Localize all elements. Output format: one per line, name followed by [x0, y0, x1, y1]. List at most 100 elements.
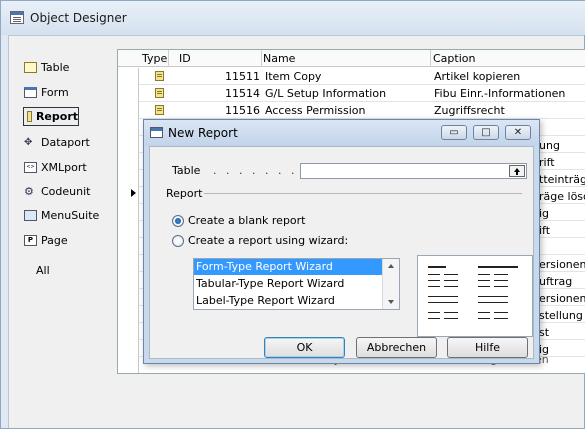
blank-report-label[interactable]: Create a blank report: [188, 214, 306, 227]
sidebar-item-label: Codeunit: [41, 185, 91, 198]
report-group-label: Report: [166, 187, 203, 200]
preview-mark: [428, 274, 440, 275]
preview-mark: [428, 266, 446, 268]
sidebar-item-form[interactable]: Form: [24, 83, 108, 102]
minimize-icon: ▭: [449, 127, 459, 138]
column-header-type[interactable]: Type: [142, 52, 167, 65]
row-selector[interactable]: [118, 204, 139, 221]
preview-mark: [478, 266, 518, 268]
preview-mark: [428, 318, 440, 319]
list-item[interactable]: Tabular-Type Report Wizard: [194, 276, 382, 292]
caption-fragment: ig: [539, 343, 550, 356]
sidebar-item-label: XMLport: [41, 161, 87, 174]
ok-button[interactable]: OK: [264, 337, 345, 358]
wizard-report-radio[interactable]: [172, 235, 184, 247]
sidebar-item-page[interactable]: P Page: [24, 231, 108, 250]
column-divider[interactable]: [430, 50, 431, 67]
table-input[interactable]: [300, 163, 527, 179]
preview-mark: [428, 302, 458, 303]
help-button[interactable]: Hilfe: [447, 337, 528, 358]
column-header-id[interactable]: ID: [179, 52, 191, 65]
row-selector[interactable]: [118, 153, 139, 170]
table-label: Table: [172, 164, 201, 177]
column-divider[interactable]: [261, 50, 262, 67]
maximize-icon: □: [481, 127, 491, 138]
list-item[interactable]: Form-Type Report Wizard: [194, 259, 382, 275]
preview-mark: [478, 296, 508, 297]
preview-mark: [444, 286, 458, 287]
wizard-list[interactable]: Form-Type Report Wizard Tabular-Type Rep…: [193, 258, 400, 310]
caption-fragment: st: [539, 326, 550, 339]
list-item[interactable]: Label-Type Report Wizard: [194, 293, 382, 309]
wizard-preview: [417, 255, 533, 337]
table-icon: [24, 62, 37, 73]
sidebar-item-all[interactable]: All: [36, 261, 76, 280]
table-row[interactable]: 11511 Item Copy Artikel kopieren: [118, 68, 585, 85]
lookup-button[interactable]: [509, 165, 525, 177]
new-report-dialog: New Report ▭ □ ✕ Table . . . . . . . . .…: [143, 119, 540, 364]
preview-mark: [494, 286, 508, 287]
preview-mark: [494, 318, 508, 319]
row-selector[interactable]: [118, 306, 139, 323]
sidebar-item-dataport[interactable]: ✥ Dataport: [24, 133, 108, 152]
cancel-button[interactable]: Abbrechen: [356, 337, 437, 358]
object-name: G/L Setup Information: [265, 87, 387, 100]
preview-mark: [478, 280, 490, 281]
sidebar-item-label: Report: [35, 110, 78, 123]
list-scrollbar[interactable]: [382, 259, 399, 309]
scroll-up-icon[interactable]: [388, 264, 394, 268]
group-divider: [204, 193, 522, 194]
row-selector[interactable]: [118, 272, 139, 289]
caption-fragment: ift: [539, 224, 551, 237]
object-name: Item Copy: [265, 70, 322, 83]
preview-mark: [444, 312, 458, 313]
caption-fragment: ersionen...: [539, 258, 585, 271]
sidebar-item-table[interactable]: Table: [24, 58, 108, 77]
row-selector[interactable]: [118, 68, 139, 85]
preview-mark: [478, 312, 490, 313]
row-selector[interactable]: [118, 323, 139, 340]
row-selector[interactable]: [118, 119, 139, 136]
row-selector[interactable]: [118, 289, 139, 306]
close-icon: ✕: [513, 127, 523, 138]
table-row[interactable]: 11516 Access Permission Zugriffsrecht: [118, 102, 585, 119]
maximize-button[interactable]: □: [473, 125, 499, 140]
row-selector[interactable]: [118, 102, 139, 119]
scroll-down-icon[interactable]: [388, 300, 394, 304]
minimize-button[interactable]: ▭: [441, 125, 467, 140]
title-bar[interactable]: Object Designer: [1, 1, 585, 35]
table-row[interactable]: 11514 G/L Setup Information Fibu Einr.-I…: [118, 85, 585, 102]
sidebar-item-menusuite[interactable]: MenuSuite: [24, 206, 108, 225]
close-button[interactable]: ✕: [505, 125, 531, 140]
row-selector[interactable]: [118, 136, 139, 153]
sidebar-item-label: Page: [41, 234, 68, 247]
column-divider[interactable]: [168, 50, 169, 67]
current-row-arrow-icon: [131, 189, 136, 197]
row-selector[interactable]: [118, 170, 139, 187]
caption-fragment: stellung: [539, 309, 583, 322]
sidebar-item-codeunit[interactable]: ⚙ Codeunit: [24, 182, 108, 201]
row-selector[interactable]: [118, 85, 139, 102]
sidebar-item-xmlport[interactable]: <> XMLport: [24, 158, 108, 177]
column-header-name[interactable]: Name: [263, 52, 295, 65]
preview-mark: [428, 296, 458, 297]
row-selector[interactable]: [118, 221, 139, 238]
preview-mark: [478, 318, 490, 319]
sidebar-item-label: MenuSuite: [41, 209, 100, 222]
wizard-report-label[interactable]: Create a report using wizard:: [188, 234, 348, 247]
dialog-title: New Report: [168, 126, 238, 140]
row-selector[interactable]: [118, 255, 139, 272]
blank-report-radio[interactable]: [172, 215, 184, 227]
row-selector[interactable]: [118, 340, 139, 357]
preview-mark: [494, 274, 508, 275]
row-selector[interactable]: [118, 357, 139, 373]
caption-fragment: ersionen ...: [539, 292, 585, 305]
row-selector[interactable]: [118, 238, 139, 255]
form-icon: [24, 87, 37, 98]
sidebar-item-label: Dataport: [41, 136, 90, 149]
sidebar-item-report[interactable]: Report: [23, 107, 79, 126]
object-caption: Fibu Einr.-Informationen: [434, 87, 566, 100]
page-icon: P: [24, 235, 37, 246]
column-header-caption[interactable]: Caption: [433, 52, 475, 65]
dialog-title-bar[interactable]: New Report ▭ □ ✕: [144, 120, 539, 146]
